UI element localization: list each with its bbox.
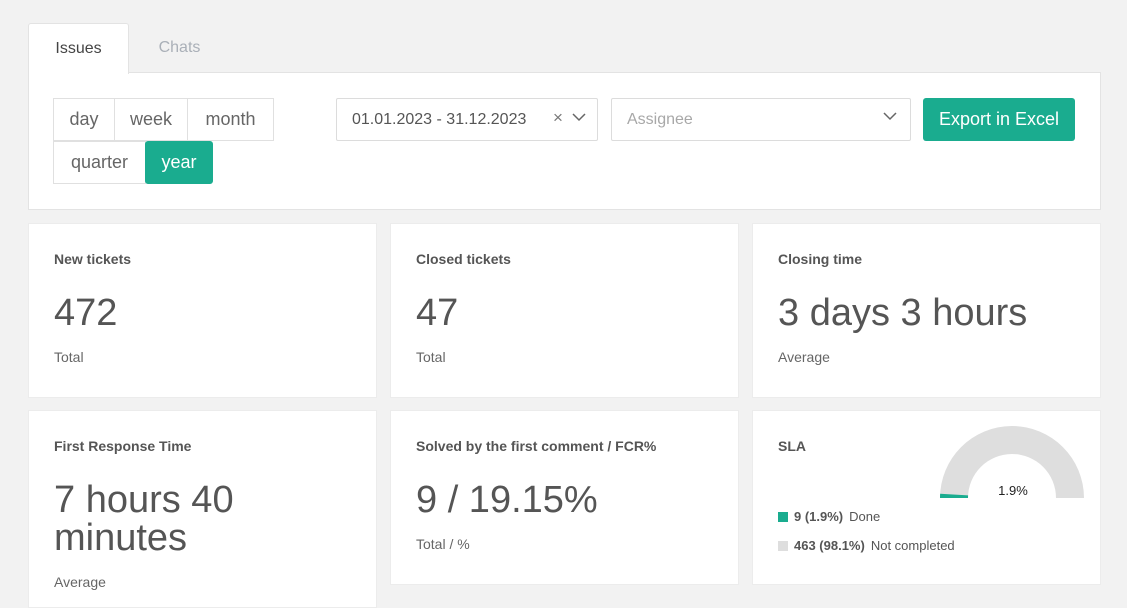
filter-panel: day week month quarter year 01.01.2023 -…: [28, 72, 1101, 210]
date-range-value: 01.01.2023 - 31.12.2023: [352, 110, 527, 128]
chevron-down-icon[interactable]: [883, 111, 897, 121]
closed-tickets-card: Closed tickets 47 Total: [390, 223, 739, 398]
card-value-line1: 7 hours 40: [54, 479, 234, 521]
period-quarter-button[interactable]: quarter: [53, 141, 146, 184]
clear-icon[interactable]: ×: [553, 108, 563, 128]
gauge-label: 1.9%: [998, 483, 1028, 498]
card-title: Solved by the first comment / FCR%: [416, 438, 657, 454]
legend-swatch: [778, 540, 788, 551]
export-excel-button[interactable]: Export in Excel: [923, 98, 1075, 141]
chevron-down-icon[interactable]: [572, 112, 586, 122]
card-subtitle: Total: [54, 349, 84, 365]
card-title: New tickets: [54, 251, 132, 267]
new-tickets-card: New tickets 472 Total: [28, 223, 377, 398]
legend-count: 463 (98.1%): [794, 538, 865, 553]
card-subtitle: Average: [778, 349, 830, 365]
period-year-button[interactable]: year: [145, 141, 213, 184]
card-title: Closing time: [778, 251, 863, 267]
card-title: SLA: [778, 438, 806, 454]
card-subtitle: Total: [416, 349, 446, 365]
card-title: Closed tickets: [416, 251, 511, 267]
card-value: 47: [416, 292, 459, 334]
period-month-button[interactable]: month: [187, 98, 274, 141]
closing-time-card: Closing time 3 days 3 hours Average: [752, 223, 1101, 398]
fcr-card: Solved by the first comment / FCR% 9 / 1…: [390, 410, 739, 585]
card-value-line2: minutes: [54, 517, 188, 559]
tab-bar: Issues Chats: [28, 23, 230, 74]
tab-chats[interactable]: Chats: [129, 23, 230, 73]
assignee-placeholder: Assignee: [627, 110, 693, 128]
card-value: 3 days 3 hours: [778, 292, 1028, 334]
sla-card: SLA 1.9% 9 (1.9%) Done 463 (98.1%) Not c…: [752, 410, 1101, 585]
legend-label: Done: [849, 509, 881, 524]
card-subtitle: Total / %: [416, 536, 470, 552]
legend-not-completed: 463 (98.1%) Not completed: [778, 538, 955, 553]
period-day-button[interactable]: day: [53, 98, 115, 141]
card-value: 9 / 19.15%: [416, 479, 598, 521]
legend-swatch: [778, 511, 788, 522]
period-week-button[interactable]: week: [114, 98, 188, 141]
card-title: First Response Time: [54, 438, 192, 454]
card-subtitle: Average: [54, 574, 106, 590]
legend-count: 9 (1.9%): [794, 509, 844, 524]
assignee-select[interactable]: Assignee: [611, 98, 911, 141]
legend-label: Not completed: [870, 538, 955, 553]
date-range-picker[interactable]: 01.01.2023 - 31.12.2023 ×: [336, 98, 598, 141]
legend-done: 9 (1.9%) Done: [778, 509, 880, 524]
card-value: 472: [54, 292, 118, 334]
tab-issues[interactable]: Issues: [28, 23, 129, 74]
first-response-card: First Response Time 7 hours 40 minutes A…: [28, 410, 377, 608]
